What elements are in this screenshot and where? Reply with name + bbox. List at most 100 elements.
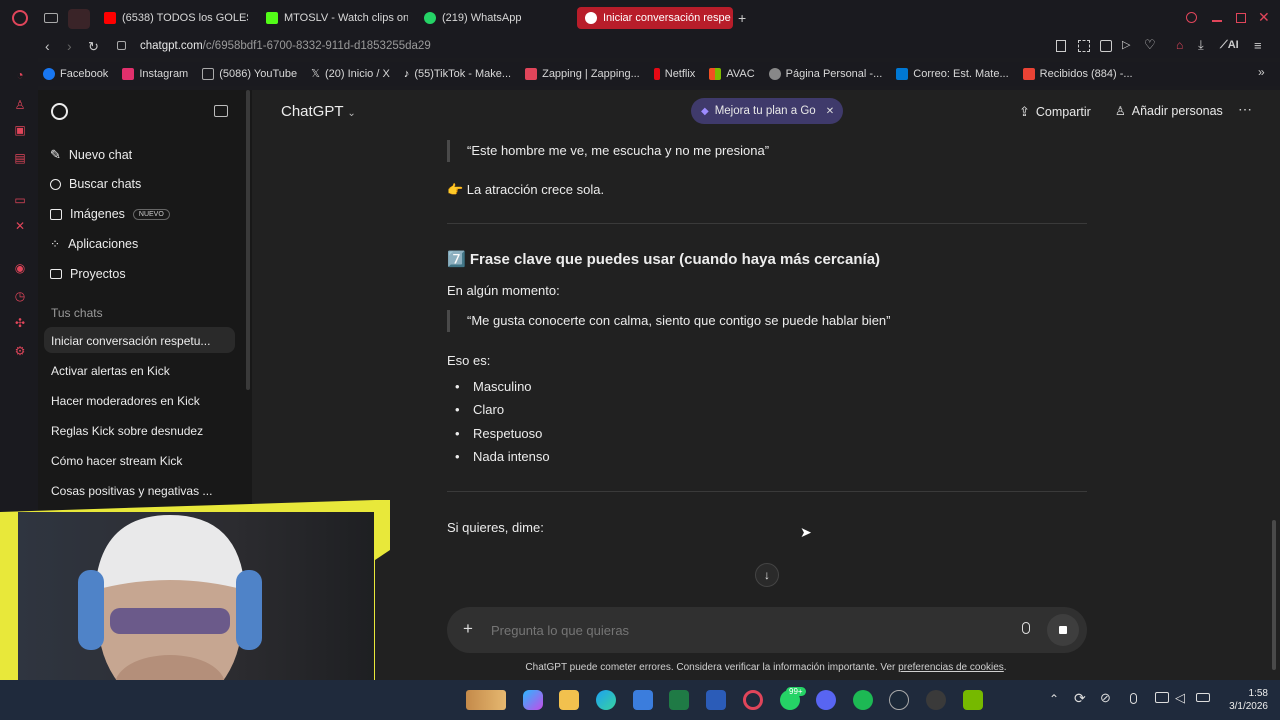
word-icon[interactable] <box>706 690 726 710</box>
openai-logo-icon[interactable] <box>51 103 68 120</box>
excel-icon[interactable] <box>669 690 689 710</box>
bookmark-instagram[interactable]: Instagram <box>122 67 188 80</box>
extensions-sidebar-icon[interactable]: ✣ <box>13 316 27 330</box>
sidebar-item-aplicaciones[interactable]: ⁘ Aplicaciones <box>50 237 138 251</box>
close-icon[interactable]: ✕ <box>826 106 834 117</box>
store-icon[interactable] <box>633 690 653 710</box>
forward-icon[interactable]: › <box>67 38 72 54</box>
maximize-icon[interactable] <box>1236 13 1246 23</box>
share-button[interactable]: ⇪ Compartir <box>1019 104 1091 120</box>
sidebar-item-nuevo-chat[interactable]: ✎ Nuevo chat <box>50 147 132 163</box>
bookmark-x[interactable]: 𝕏 (20) Inicio / X <box>311 67 390 81</box>
x-sidebar-icon[interactable]: ✕ <box>13 219 27 233</box>
chat-item[interactable]: Cosas positivas y negativas ... <box>51 484 212 498</box>
tray-chevron-icon[interactable]: ⌃ <box>1049 692 1059 706</box>
history-sidebar-icon[interactable]: ◷ <box>13 289 27 303</box>
back-icon[interactable]: ‹ <box>45 38 50 54</box>
new-tab-icon[interactable]: + <box>738 10 746 26</box>
chatgpt-tab-icon <box>585 12 597 24</box>
sidebar-item-imagenes[interactable]: Imágenes NUEVO <box>50 207 170 221</box>
bookmark-netflix[interactable]: Netflix <box>653 67 695 80</box>
screenshot-icon[interactable] <box>1078 40 1090 52</box>
spotify-icon[interactable] <box>853 690 873 710</box>
tab-overview-icon[interactable] <box>44 13 58 23</box>
stop-button[interactable] <box>1047 614 1079 646</box>
widget-icon[interactable] <box>466 690 506 710</box>
chevron-down-icon: ⌄ <box>347 108 356 119</box>
reload-icon[interactable]: ↻ <box>88 39 99 55</box>
folder-icon <box>50 269 62 279</box>
mic-tray-icon[interactable] <box>1130 693 1137 704</box>
aria-icon[interactable]: ⟋AI <box>1220 39 1239 52</box>
player-sidebar-icon[interactable]: ◉ <box>13 261 27 275</box>
tab-whatsapp[interactable]: (219) WhatsApp <box>416 7 556 29</box>
search-icon[interactable] <box>1186 12 1197 23</box>
extension-icon[interactable]: ⌂ <box>1176 38 1183 52</box>
discord-icon[interactable] <box>816 690 836 710</box>
nvidia-icon[interactable] <box>963 690 983 710</box>
add-people-button[interactable]: ♙ Añadir personas <box>1115 104 1223 118</box>
bookmark-youtube[interactable]: (5086) YouTube <box>202 67 297 80</box>
shield-icon[interactable] <box>1100 40 1112 52</box>
minimize-icon[interactable] <box>1212 20 1222 22</box>
download-icon[interactable]: ⤓ <box>1198 37 1204 53</box>
upgrade-pill[interactable]: ◆ Mejora tu plan a Go ✕ <box>691 98 843 124</box>
bookmark-zapping[interactable]: Zapping | Zapping... <box>525 67 640 80</box>
messenger-sidebar-icon[interactable]: ▤ <box>13 151 27 165</box>
settings-sidebar-icon[interactable]: ⚙ <box>13 344 27 358</box>
sidebar-scrollbar[interactable] <box>246 90 250 390</box>
menu-icon[interactable]: ≡ <box>1254 38 1262 53</box>
bookmark-tiktok[interactable]: ♪ (55)TikTok - Make... <box>404 67 511 80</box>
sidebar-item-proyectos[interactable]: Proyectos <box>50 267 126 281</box>
plus-icon[interactable]: + <box>463 619 473 639</box>
prompt-input[interactable] <box>491 620 971 640</box>
gmail-icon <box>1022 67 1035 80</box>
obs-icon[interactable] <box>926 690 946 710</box>
tiktok-icon: ♪ <box>403 67 410 80</box>
tab-chatgpt[interactable]: Iniciar conversación respe <box>577 7 733 29</box>
pinned-tab-icon[interactable] <box>68 9 90 29</box>
battery-icon[interactable] <box>1196 693 1210 702</box>
page-scrollbar[interactable] <box>1272 520 1276 670</box>
no-sound-device-icon[interactable]: ⊘ <box>1100 690 1111 706</box>
opera-logo-icon[interactable] <box>12 10 28 26</box>
file-explorer-icon[interactable] <box>559 690 579 710</box>
cookie-preferences-link[interactable]: preferencias de cookies <box>898 662 1004 673</box>
close-window-icon[interactable]: ✕ <box>1258 9 1270 26</box>
bookmark-correo[interactable]: Correo: Est. Mate... <box>896 67 1009 80</box>
close-sidebar-icon[interactable] <box>214 105 228 117</box>
chat-item[interactable]: Activar alertas en Kick <box>51 364 170 378</box>
sync-icon[interactable]: ⟳ <box>1074 690 1086 707</box>
crypto-wallet-icon[interactable]: ♙ <box>13 98 27 112</box>
aria-sidebar-icon[interactable]: ◔ <box>13 68 27 82</box>
scroll-to-bottom-button[interactable]: ↓ <box>755 563 779 587</box>
clock[interactable]: 1:58 3/1/2026 <box>1218 687 1268 713</box>
tab-youtube[interactable]: (6538) TODOS los GOLES <box>96 7 248 29</box>
twitch-sidebar-icon[interactable]: ▭ <box>13 193 27 207</box>
volume-icon[interactable]: ◁ <box>1175 690 1185 706</box>
edge-icon[interactable] <box>596 690 616 710</box>
chat-item[interactable]: Cómo hacer stream Kick <box>51 454 182 468</box>
bookmark-facebook[interactable]: Facebook <box>43 67 108 80</box>
bookmark-avac[interactable]: AVAC <box>709 67 755 80</box>
bookmark-pagina-personal[interactable]: Página Personal -... <box>768 67 882 80</box>
bookmarks-overflow-icon[interactable]: » <box>1258 65 1265 79</box>
sidebar-item-buscar-chats[interactable]: Buscar chats <box>50 177 141 191</box>
microphone-icon[interactable] <box>1022 622 1030 634</box>
steam-icon[interactable] <box>889 690 909 710</box>
chat-item[interactable]: Iniciar conversación respetu... <box>51 334 210 348</box>
pin-icon[interactable] <box>1056 40 1066 52</box>
network-icon[interactable] <box>1155 692 1169 703</box>
chat-item[interactable]: Hacer moderadores en Kick <box>51 394 200 408</box>
model-selector[interactable]: ChatGPT ⌄ <box>281 103 356 120</box>
chat-item[interactable]: Reglas Kick sobre desnudez <box>51 424 203 438</box>
bookmark-gmail[interactable]: Recibidos (884) -... <box>1022 67 1133 80</box>
opera-taskbar-icon[interactable] <box>743 690 763 710</box>
more-options-icon[interactable]: ⋯ <box>1238 101 1252 118</box>
instagram-sidebar-icon[interactable]: ▣ <box>13 123 27 137</box>
play-icon[interactable]: ▷ <box>1122 38 1130 51</box>
copilot-icon[interactable] <box>523 690 543 710</box>
url-field[interactable]: chatgpt.com/c/6958bdf1-6700-8332-911d-d1… <box>140 40 431 52</box>
tab-kick[interactable]: MTOSLV - Watch clips on <box>258 7 408 29</box>
heart-icon[interactable]: ♡ <box>1144 37 1156 53</box>
